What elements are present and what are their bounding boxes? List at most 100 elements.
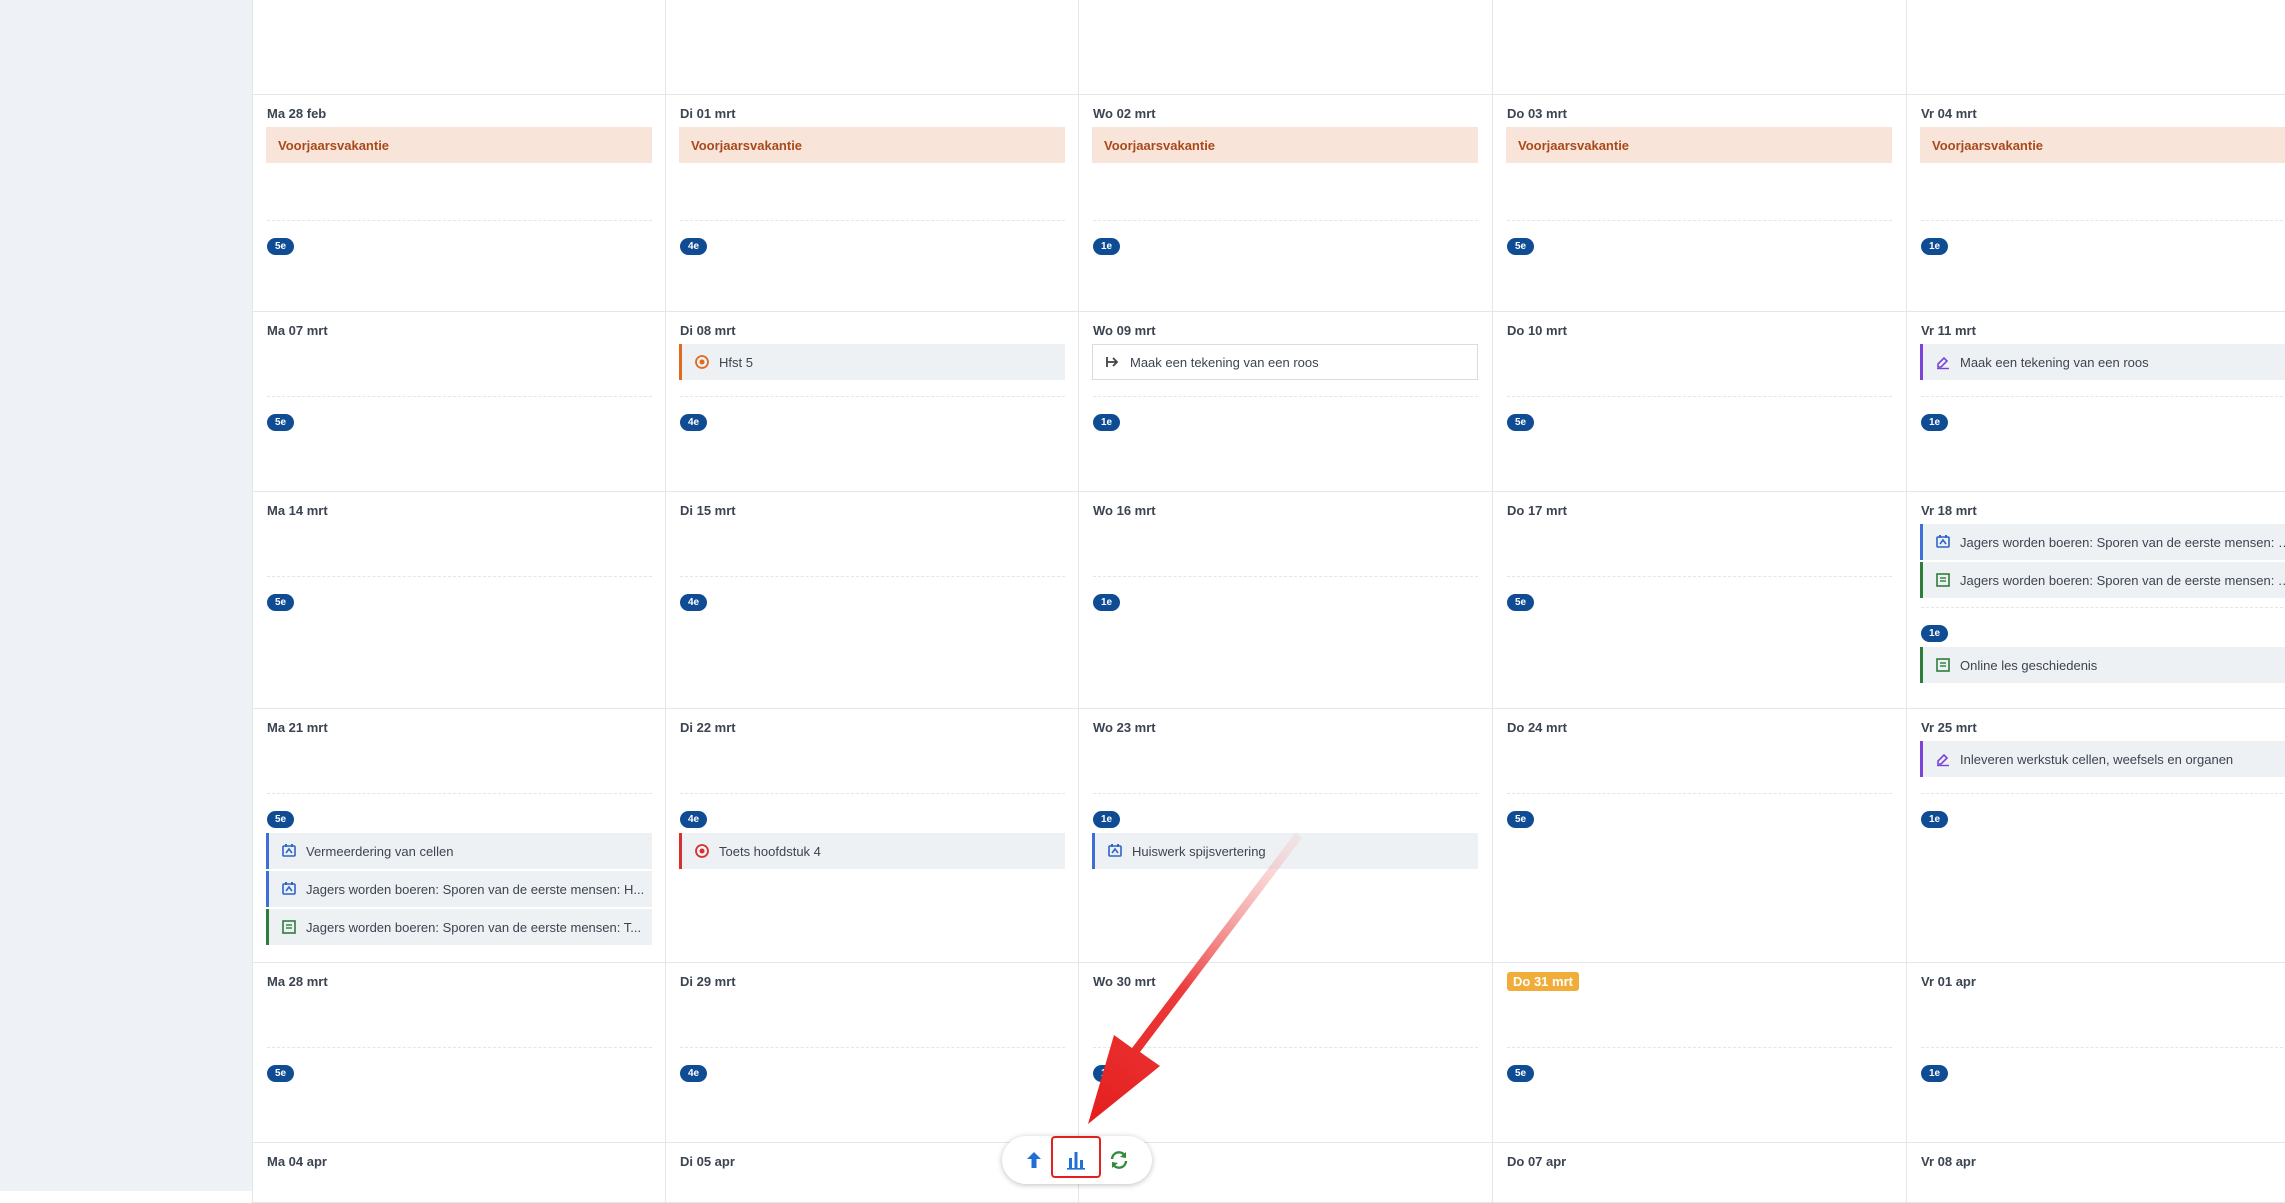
class-badge: 1e: [1093, 414, 1121, 431]
agenda-item-title: Jagers worden boeren: Sporen van de eers…: [306, 919, 642, 935]
class-badge: 5e: [267, 594, 295, 611]
day-cell: 5e: [252, 0, 666, 94]
class-badge: 1e: [1093, 811, 1121, 828]
holiday-banner: Voorjaarsvakantie: [679, 127, 1065, 163]
scroll-top-button[interactable]: [1016, 1142, 1052, 1178]
section-divider: [1921, 1047, 2285, 1048]
agenda-item[interactable]: Jagers worden boeren: Sporen van de eers…: [266, 909, 652, 945]
section-divider: [1507, 396, 1892, 397]
day-cell: Vr 08 apr: [1906, 1142, 2285, 1202]
holiday-banner: Voorjaarsvakantie: [1920, 127, 2285, 163]
day-cell: Wo 16 mrt 1e: [1078, 491, 1492, 708]
day-label: Di 01 mrt: [680, 106, 736, 121]
agenda-item[interactable]: Jagers worden boeren: Sporen van de eers…: [1920, 562, 2285, 598]
book-edit-icon: [1107, 843, 1123, 859]
section-divider: [267, 1047, 652, 1048]
day-label: Do 17 mrt: [1507, 503, 1567, 518]
arrow-up-icon: [1027, 1152, 1041, 1168]
day-cell: Ma 07 mrt 5e: [252, 311, 666, 491]
day-label: Di 22 mrt: [680, 720, 736, 735]
day-label: Wo 30 mrt: [1093, 974, 1156, 989]
section-divider: [267, 396, 652, 397]
agenda-item[interactable]: Jagers worden boeren: Sporen van de eers…: [1920, 524, 2285, 560]
class-badge: 5e: [1507, 1065, 1535, 1082]
day-label: Do 31 mrt: [1507, 972, 1579, 991]
day-cell: Di 15 mrt 4e: [665, 491, 1079, 708]
day-label: Vr 18 mrt: [1921, 503, 1977, 518]
agenda-item-title: Hfst 5: [719, 354, 753, 370]
day-cell: Wo 30 mrt 1e: [1078, 962, 1492, 1142]
class-badge: 4e: [680, 594, 708, 611]
class-badge: 1e: [1921, 625, 1949, 642]
day-label: Vr 01 apr: [1921, 974, 1976, 989]
book-edit-icon: [281, 843, 297, 859]
class-badge: 5e: [1507, 238, 1535, 255]
agenda-item[interactable]: Maak een tekening van een roos: [1092, 344, 1478, 380]
day-label: Di 15 mrt: [680, 503, 736, 518]
refresh-button[interactable]: [1101, 1142, 1137, 1178]
day-cell: Wo 09 mrt Maak een tekening van een roos 1…: [1078, 311, 1492, 491]
agenda-item-title: Inleveren werkstuk cellen, weefsels en o…: [1960, 751, 2234, 767]
section-divider: [1921, 793, 2285, 794]
agenda-item-title: Maak een tekening van een roos: [1960, 354, 2149, 370]
class-badge: 1e: [1921, 414, 1949, 431]
document-lines-icon: [281, 919, 297, 935]
section-divider: [680, 220, 1065, 221]
document-lines-icon: [1935, 572, 1951, 588]
day-label: Ma 04 apr: [267, 1154, 327, 1169]
agenda-item[interactable]: Online les geschiedenis: [1920, 647, 2285, 683]
section-divider: [1093, 576, 1478, 577]
day-label: Vr 08 apr: [1921, 1154, 1976, 1169]
class-badge: 1e: [1093, 238, 1121, 255]
class-badge: 4e: [680, 1065, 708, 1082]
day-label: Do 24 mrt: [1507, 720, 1567, 735]
week-row: Ma 21 mrt 5e Vermeerdering van cellen Jager…: [252, 708, 2285, 963]
day-label: Do 03 mrt: [1507, 106, 1567, 121]
class-badge: 1e: [1921, 238, 1949, 255]
exam-icon: [694, 354, 710, 370]
agenda-item-title: Jagers worden boeren: Sporen van de eers…: [1960, 534, 2285, 550]
class-badge: 5e: [267, 414, 295, 431]
agenda-item[interactable]: Maak een tekening van een roos: [1920, 344, 2285, 380]
floating-toolbar: [1002, 1136, 1152, 1184]
class-badge: 1e: [1093, 1065, 1121, 1082]
day-cell: Di 29 mrt 4e: [665, 962, 1079, 1142]
agenda-item[interactable]: Inleveren werkstuk cellen, weefsels en o…: [1920, 741, 2285, 777]
agenda-item[interactable]: Hfst 5: [679, 344, 1065, 380]
section-divider: [1921, 607, 2285, 608]
agenda-item-title: Jagers worden boeren: Sporen van de eers…: [1960, 572, 2285, 588]
agenda-item[interactable]: Vermeerdering van cellen: [266, 833, 652, 869]
week-row: Ma 07 mrt 5e Di 08 mrt Hfst 5 4e Wo 09 mrt Maa…: [252, 311, 2285, 492]
day-cell: Vr 25 mrt Inleveren werkstuk cellen, weef…: [1906, 708, 2285, 962]
day-cell: Do 31 mrt 5e: [1492, 962, 1906, 1142]
agenda-item-title: Jagers worden boeren: Sporen van de eers…: [306, 881, 645, 897]
day-label: Di 05 apr: [680, 1154, 735, 1169]
day-label: Di 08 mrt: [680, 323, 736, 338]
class-badge: 5e: [267, 1065, 295, 1082]
day-cell: Do 03 mrt Voorjaarsvakantie 5e: [1492, 94, 1906, 311]
day-cell: Do 07 apr: [1492, 1142, 1906, 1202]
class-badge: 5e: [267, 811, 295, 828]
class-badge: 4e: [680, 238, 708, 255]
day-cell: Do 10 mrt 5e: [1492, 311, 1906, 491]
section-divider: [680, 1047, 1065, 1048]
section-divider: [680, 576, 1065, 577]
day-label: Ma 07 mrt: [267, 323, 328, 338]
agenda-item[interactable]: Huiswerk spijsvertering: [1092, 833, 1478, 869]
class-badge: 5e: [1507, 414, 1535, 431]
day-cell: Ma 28 mrt 5e: [252, 962, 666, 1142]
refresh-icon: [1110, 1151, 1128, 1169]
day-cell: Do 24 mrt 5e: [1492, 708, 1906, 962]
agenda-item-title: Huiswerk spijsvertering: [1132, 843, 1266, 859]
eraser-pencil-icon: [1935, 354, 1951, 370]
statistics-button[interactable]: [1058, 1142, 1094, 1178]
agenda-item[interactable]: Toets hoofdstuk 4: [679, 833, 1065, 869]
agenda-item[interactable]: Jagers worden boeren: Sporen van de eers…: [266, 871, 652, 907]
week-row: Ma 14 mrt 5e Di 15 mrt 4e Wo 16 mrt 1e Do 17 m…: [252, 491, 2285, 709]
day-label: Wo 16 mrt: [1093, 503, 1156, 518]
section-divider: [1507, 220, 1892, 221]
arrow-right-bar-icon: [1105, 354, 1121, 370]
class-badge: 4e: [680, 414, 708, 431]
section-divider: [267, 576, 652, 577]
bar-chart-icon: [1067, 1152, 1085, 1170]
